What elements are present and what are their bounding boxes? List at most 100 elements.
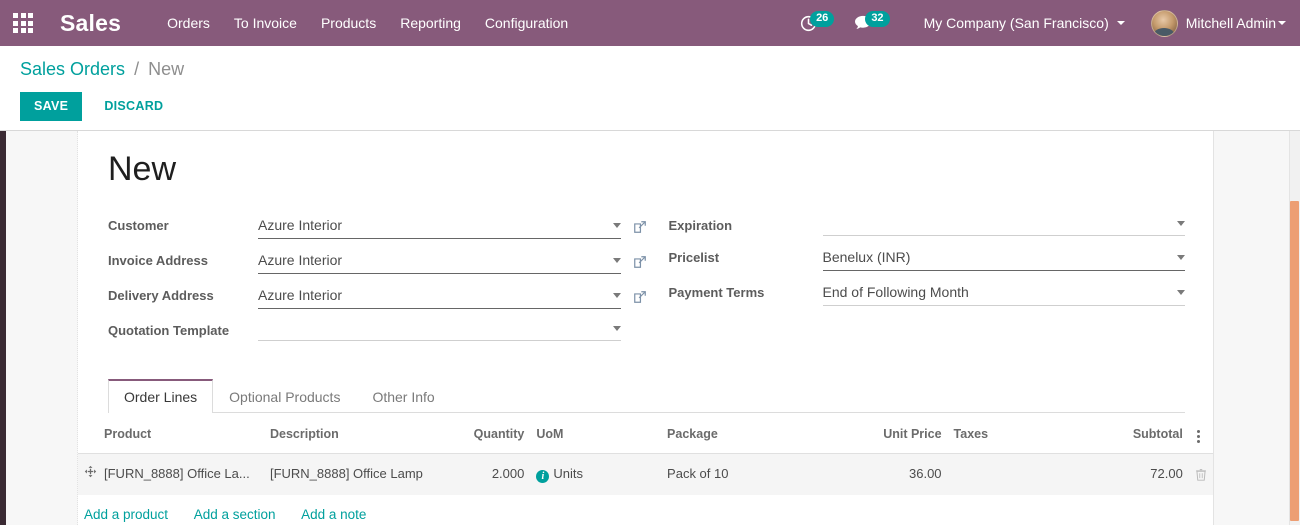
- chevron-down-icon[interactable]: [1177, 254, 1185, 260]
- quotation-template-input[interactable]: [258, 320, 621, 341]
- apps-grid-glyph: [13, 13, 33, 33]
- navbar-systray: 26 32 My Company (San Francisco) Mitchel…: [790, 9, 1300, 37]
- messages-menu[interactable]: 32: [844, 10, 899, 31]
- vertical-scrollbar[interactable]: [1289, 131, 1300, 525]
- menu-item-configuration[interactable]: Configuration: [473, 0, 580, 46]
- menu-item-reporting[interactable]: Reporting: [388, 0, 473, 46]
- uom-value: Units: [553, 466, 583, 481]
- expiration-input[interactable]: [822, 215, 1185, 236]
- control-panel: Sales Orders / New SAVE DISCARD: [0, 46, 1300, 131]
- cell-description[interactable]: [FURN_8888] Office Lamp: [263, 453, 450, 495]
- add-links-cell: Add a product Add a section Add a note: [78, 495, 1213, 525]
- column-header-package[interactable]: Package: [661, 413, 837, 454]
- pricelist-input[interactable]: Benelux (INR): [822, 247, 1185, 271]
- add-links-row: Add a product Add a section Add a note: [78, 495, 1213, 525]
- activities-menu[interactable]: 26: [790, 10, 844, 32]
- chevron-down-icon[interactable]: [612, 326, 621, 331]
- add-a-note-link[interactable]: Add a note: [301, 507, 366, 522]
- activities-count-badge: 26: [810, 10, 835, 27]
- chevron-down-icon[interactable]: [612, 292, 621, 298]
- menu-item-orders[interactable]: Orders: [155, 0, 222, 46]
- app-brand-sales[interactable]: Sales: [46, 10, 133, 37]
- field-payment-terms: Payment Terms End of Following Month: [669, 282, 1185, 306]
- info-icon: i: [536, 470, 550, 483]
- vertical-ellipsis-icon[interactable]: [1195, 428, 1202, 445]
- tab-other-info[interactable]: Other Info: [356, 379, 450, 413]
- menu-item-products[interactable]: Products: [309, 0, 388, 46]
- field-invoice-address-control: Azure Interior: [258, 250, 647, 274]
- cell-delete[interactable]: [1188, 453, 1213, 495]
- cell-quantity[interactable]: 2.000: [449, 453, 531, 495]
- add-a-product-link[interactable]: Add a product: [84, 507, 168, 522]
- field-delivery-address-label: Delivery Address: [108, 288, 214, 303]
- payment-terms-input[interactable]: End of Following Month: [822, 282, 1185, 306]
- invoice-address-external-link-icon[interactable]: [633, 255, 647, 269]
- avatar: [1150, 9, 1178, 37]
- cell-unit-price[interactable]: 36.00: [836, 453, 948, 495]
- order-lines-body: [FURN_8888] Office La... [FURN_8888] Off…: [78, 453, 1213, 525]
- discard-button[interactable]: DISCARD: [90, 92, 177, 121]
- user-name-label: Mitchell Admin: [1185, 15, 1276, 31]
- chevron-down-icon[interactable]: [1177, 221, 1185, 226]
- cell-uom[interactable]: i Units: [530, 453, 662, 495]
- right-gutter: [1213, 131, 1300, 525]
- delivery-address-value: Azure Interior: [258, 287, 343, 303]
- customer-external-link-icon[interactable]: [633, 220, 647, 234]
- field-customer-control: Azure Interior: [258, 215, 647, 239]
- field-delivery-address: Delivery Address Azure Interior: [108, 285, 647, 309]
- company-switcher[interactable]: My Company (San Francisco): [900, 15, 1135, 31]
- notebook-tabs: Order Lines Optional Products Other Info: [108, 378, 1185, 413]
- field-quotation-template-control: [258, 320, 647, 341]
- column-header-uom[interactable]: UoM: [530, 413, 662, 454]
- delivery-address-input[interactable]: Azure Interior: [258, 285, 621, 309]
- drag-handle-icon[interactable]: [84, 465, 97, 480]
- chevron-down-icon[interactable]: [612, 257, 621, 263]
- table-row[interactable]: [FURN_8888] Office La... [FURN_8888] Off…: [78, 453, 1213, 495]
- cell-subtotal[interactable]: 72.00: [1088, 453, 1189, 495]
- invoice-address-input[interactable]: Azure Interior: [258, 250, 621, 274]
- column-header-taxes[interactable]: Taxes: [947, 413, 1089, 454]
- column-header-quantity[interactable]: Quantity: [449, 413, 531, 454]
- menu-item-to-invoice[interactable]: To Invoice: [222, 0, 309, 46]
- customer-value: Azure Interior: [258, 217, 343, 233]
- field-quotation-template-label: Quotation Template: [108, 323, 230, 338]
- breadcrumb-sales-orders[interactable]: Sales Orders: [20, 59, 125, 79]
- payment-terms-value: End of Following Month: [822, 284, 969, 300]
- product-value: [FURN_8888] Office La...: [104, 466, 250, 481]
- breadcrumb: Sales Orders / New: [20, 58, 1300, 80]
- field-delivery-address-control: Azure Interior: [258, 285, 647, 309]
- column-options-toggle[interactable]: [1188, 413, 1213, 454]
- cell-product[interactable]: [FURN_8888] Office La...: [78, 453, 264, 495]
- customer-input[interactable]: Azure Interior: [258, 215, 621, 239]
- form-sheet-inner: New Customer Azure Interior Invoice Addr…: [78, 149, 1213, 413]
- page-title: New: [108, 150, 177, 188]
- delivery-address-external-link-icon[interactable]: [633, 290, 647, 304]
- trash-icon[interactable]: [1195, 468, 1207, 481]
- column-header-unit-price[interactable]: Unit Price: [836, 413, 948, 454]
- field-expiration: Expiration: [669, 215, 1185, 236]
- cell-package[interactable]: Pack of 10: [661, 453, 837, 495]
- chevron-down-icon[interactable]: [612, 222, 621, 228]
- field-quotation-template: Quotation Template: [108, 320, 647, 341]
- vertical-scrollbar-thumb[interactable]: [1290, 201, 1299, 521]
- save-button[interactable]: SAVE: [20, 92, 83, 121]
- cell-taxes[interactable]: [947, 453, 1089, 495]
- apps-grid-icon[interactable]: [0, 0, 46, 46]
- chevron-down-icon: [1278, 21, 1286, 25]
- column-header-subtotal[interactable]: Subtotal: [1088, 413, 1189, 454]
- chevron-down-icon: [1116, 21, 1125, 25]
- add-a-section-link[interactable]: Add a section: [194, 507, 276, 522]
- messages-count-badge: 32: [865, 10, 890, 27]
- top-navbar: Sales Orders To Invoice Products Reporti…: [0, 0, 1300, 46]
- column-header-description[interactable]: Description: [263, 413, 450, 454]
- user-menu[interactable]: Mitchell Admin: [1135, 9, 1286, 37]
- record-action-buttons: SAVE DISCARD: [20, 92, 1300, 121]
- form-columns: Customer Azure Interior Invoice Address …: [108, 215, 1185, 352]
- field-customer-label: Customer: [108, 218, 169, 233]
- chevron-down-icon[interactable]: [1177, 289, 1185, 295]
- tab-optional-products[interactable]: Optional Products: [213, 379, 356, 413]
- column-header-product[interactable]: Product: [78, 413, 264, 454]
- tab-order-lines[interactable]: Order Lines: [108, 379, 214, 413]
- main-menu: Orders To Invoice Products Reporting Con…: [155, 0, 580, 46]
- order-lines-table: Product Description Quantity UoM Package…: [78, 413, 1213, 525]
